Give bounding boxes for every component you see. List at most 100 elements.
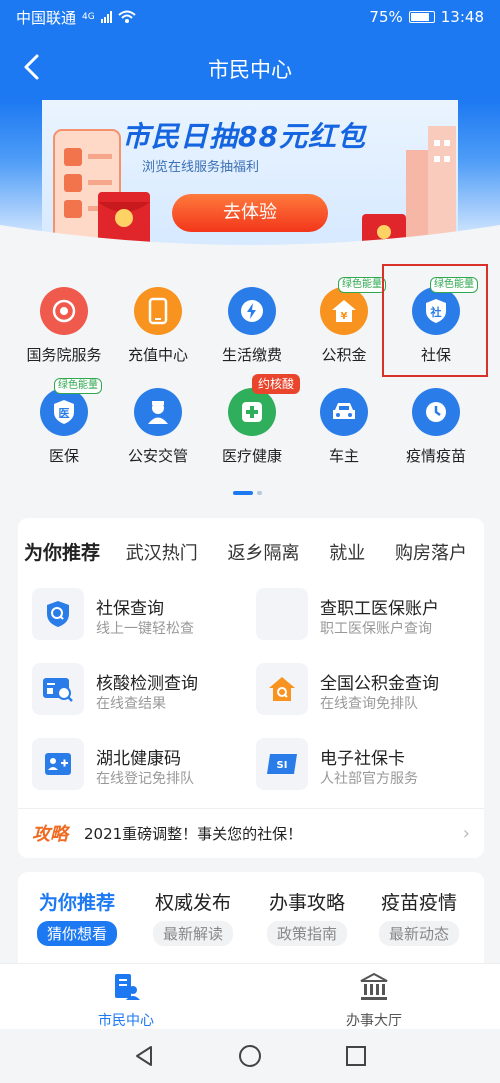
feed-tab-official[interactable]: 权威发布 最新解读 — [138, 888, 248, 946]
service-label: 生活缴费 — [221, 346, 282, 364]
service-hall-icon — [360, 972, 388, 1000]
nav-label: 办事大厅 — [346, 1013, 402, 1029]
green-energy-badge: 绿色能量 — [338, 277, 386, 293]
wifi-icon — [118, 10, 136, 23]
service-label: 医疗健康 — [221, 447, 282, 465]
service-label: 公安交管 — [127, 447, 188, 465]
house-search-icon — [256, 663, 308, 715]
signal-icon — [100, 11, 112, 23]
recents-square-icon[interactable] — [344, 1044, 368, 1068]
service-label: 疫情疫苗 — [405, 447, 466, 465]
service-car-owner[interactable]: 车主 — [296, 388, 392, 466]
feed-tabs-card: 为你推荐 猜你想看 权威发布 最新解读 办事攻略 政策指南 疫苗疫情 最新动态 — [18, 872, 484, 972]
list-item[interactable]: 全国公积金查询 在线查询免排队 — [242, 661, 464, 717]
service-recharge[interactable]: 充值中心 — [110, 287, 206, 365]
svg-text:SI: SI — [277, 760, 288, 771]
list-item[interactable]: 社保查询 线上一键轻松查 — [18, 586, 240, 642]
banner-title: 市民日抽88元红包 — [122, 120, 366, 153]
item-title: 核酸检测查询 — [96, 674, 198, 694]
nucleic-test-badge: 约核酸 — [251, 374, 300, 394]
tab-employment[interactable]: 就业 — [329, 543, 365, 564]
item-desc: 人社部官方服务 — [320, 771, 418, 787]
vaccine-clock-icon — [412, 388, 460, 436]
highlight-frame — [382, 264, 488, 377]
health-code-icon — [32, 738, 84, 790]
si-card-icon: SI — [256, 738, 308, 790]
service-label: 医保 — [48, 447, 79, 465]
tab-return-quarantine[interactable]: 返乡隔离 — [227, 543, 299, 564]
feed-tab-title: 办事攻略 — [268, 892, 345, 914]
feed-tab-title: 为你推荐 — [38, 892, 115, 914]
citizen-center-icon — [115, 974, 140, 1000]
item-title: 湖北健康码 — [96, 749, 181, 769]
service-label: 车主 — [328, 447, 359, 465]
feed-tab-recommend[interactable]: 为你推荐 猜你想看 — [22, 888, 132, 946]
car-icon — [320, 388, 368, 436]
clock: 13:48 — [440, 8, 484, 26]
recommend-tabs: 为你推荐 武汉热门 返乡隔离 就业 购房落户 — [24, 538, 484, 565]
list-item[interactable]: SI 电子社保卡 人社部官方服务 — [242, 736, 464, 792]
carrier: 中国联通 — [16, 8, 77, 27]
tab-recommend[interactable]: 为你推荐 — [24, 542, 100, 564]
test-result-icon — [32, 663, 84, 715]
phone-recharge-icon — [134, 287, 182, 335]
service-utilities[interactable]: 生活缴费 — [204, 287, 300, 365]
service-label: 充值中心 — [127, 346, 188, 364]
feed-tab-sub: 最新动态 — [378, 921, 459, 946]
network-type: 4G — [82, 12, 95, 22]
nav-label: 市民中心 — [98, 1013, 154, 1029]
item-desc: 职工医保账户查询 — [320, 621, 432, 637]
state-council-icon — [40, 287, 88, 335]
feed-tab-title: 权威发布 — [154, 892, 231, 914]
feed-tab-title: 疫苗疫情 — [380, 892, 457, 914]
tab-housing[interactable]: 购房落户 — [395, 543, 467, 564]
service-medical-insurance[interactable]: 绿色能量 医 医保 — [16, 378, 112, 466]
service-label: 国务院服务 — [26, 346, 102, 364]
service-vaccine[interactable]: 疫情疫苗 — [388, 388, 484, 466]
service-housing-fund[interactable]: 绿色能量 ¥ 公积金 — [296, 277, 392, 365]
service-state-council[interactable]: 国务院服务 — [16, 287, 112, 365]
top-app-bar: 市民中心 — [0, 34, 500, 100]
system-nav-bar — [0, 1029, 500, 1083]
feed-tab-sub: 最新解读 — [152, 921, 233, 946]
battery-icon — [408, 11, 435, 23]
medical-insurance-icon: 医 — [40, 388, 88, 436]
list-item[interactable]: 查职工医保账户 职工医保账户查询 — [242, 586, 464, 642]
police-icon — [134, 388, 182, 436]
item-desc: 在线登记免排队 — [96, 771, 194, 787]
housing-fund-icon: ¥ — [320, 287, 368, 335]
shield-search-icon — [32, 588, 84, 640]
green-energy-badge: 绿色能量 — [54, 378, 102, 394]
feed-tab-vaccine[interactable]: 疫苗疫情 最新动态 — [364, 888, 474, 946]
item-title: 查职工医保账户 — [320, 599, 439, 619]
nav-service-hall[interactable]: 办事大厅 — [314, 972, 434, 1030]
item-title: 社保查询 — [96, 599, 164, 619]
list-item[interactable]: 湖北健康码 在线登记免排队 — [18, 736, 240, 792]
service-police[interactable]: 公安交管 — [110, 388, 206, 466]
lightning-icon — [228, 287, 276, 335]
recommend-card: 为你推荐 武汉热门 返乡隔离 就业 购房落户 社保查询 线上一键轻松查 查职工医… — [18, 518, 484, 858]
page-title: 市民中心 — [208, 58, 292, 82]
tab-wuhan-hot[interactable]: 武汉热门 — [126, 543, 198, 564]
feed-tab-guides[interactable]: 办事攻略 政策指南 — [252, 888, 362, 946]
list-item[interactable]: 核酸检测查询 在线查结果 — [18, 661, 240, 717]
bottom-nav: 市民中心 办事大厅 — [0, 963, 500, 1029]
banner-subtitle: 浏览在线服务抽福利 — [142, 160, 260, 175]
item-title: 电子社保卡 — [320, 749, 405, 769]
nav-citizen-center[interactable]: 市民中心 — [66, 972, 186, 1030]
page-indicator — [233, 491, 262, 495]
status-bar: 中国联通 4G 75% 13:48 — [0, 0, 500, 34]
strategy-banner[interactable]: 攻略 2021重磅调整！事关您的社保！ › — [18, 808, 484, 858]
home-circle-icon[interactable] — [238, 1044, 262, 1068]
strategy-text: 2021重磅调整！事关您的社保！ — [84, 825, 303, 843]
chevron-right-icon: › — [462, 823, 470, 844]
item-desc: 线上一键轻松查 — [96, 621, 194, 637]
battery-percent: 75% — [369, 8, 403, 26]
item-desc: 在线查结果 — [96, 696, 166, 712]
blank-icon — [256, 588, 308, 640]
feed-tab-sub: 猜你想看 — [36, 921, 117, 946]
medical-cross-icon — [228, 388, 276, 436]
svg-text:¥: ¥ — [341, 311, 348, 322]
service-health[interactable]: 约核酸 医疗健康 — [204, 374, 300, 466]
back-triangle-icon[interactable] — [132, 1044, 156, 1068]
